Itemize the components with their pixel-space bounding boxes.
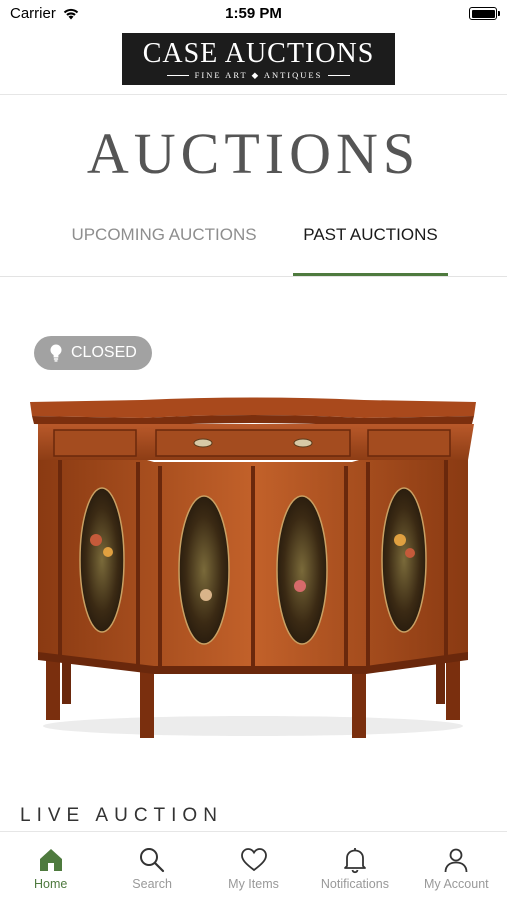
logo-rule [328,75,351,76]
logo-subtitle-row: FINE ART ◆ ANTIQUES [122,70,395,81]
battery-icon [469,7,500,20]
tabbar-label: Notifications [320,877,389,891]
tabbar-my-account[interactable]: My Account [406,832,507,900]
status-badge: CLOSED [34,336,152,370]
tab-past-auctions[interactable]: PAST AUCTIONS [293,222,448,276]
heart-icon [240,848,267,872]
logo-rule [166,75,189,76]
status-bar: Carrier 1:59 PM [0,0,507,28]
tabbar-notifications[interactable]: Notifications [304,832,405,900]
auction-type-label: LIVE AUCTION [20,805,223,826]
page-title: AUCTIONS [86,121,421,186]
status-time: 1:59 PM [225,5,282,22]
search-icon [140,848,165,873]
bottom-tab-bar: Home Search My Items Notifications My Ac… [0,831,507,900]
brand-logo: CASE AUCTIONS FINE ART ◆ ANTIQUES [122,33,395,85]
tabbar-label: My Items [228,877,279,891]
bell-icon [344,848,366,874]
tabbar-label: My Account [424,877,489,891]
status-badge-label: CLOSED [71,344,137,361]
logo-subtitle: FINE ART ◆ ANTIQUES [194,70,323,80]
user-icon [444,848,468,873]
tabbar-label: Search [132,877,172,891]
tabbar-my-items[interactable]: My Items [203,832,304,900]
logo-title: CASE AUCTIONS [142,38,375,69]
tabbar-home[interactable]: Home [0,832,101,900]
auction-tabs: UPCOMING AUCTIONS PAST AUCTIONS [0,222,507,277]
header-divider [0,94,507,95]
auction-lot-image[interactable] [22,390,484,750]
tabbar-label: Home [34,877,68,891]
active-tab-indicator [293,273,448,276]
tab-upcoming-auctions[interactable]: UPCOMING AUCTIONS [55,222,273,276]
home-icon [39,849,62,871]
tabbar-search[interactable]: Search [101,832,202,900]
lightbulb-icon [50,344,62,362]
